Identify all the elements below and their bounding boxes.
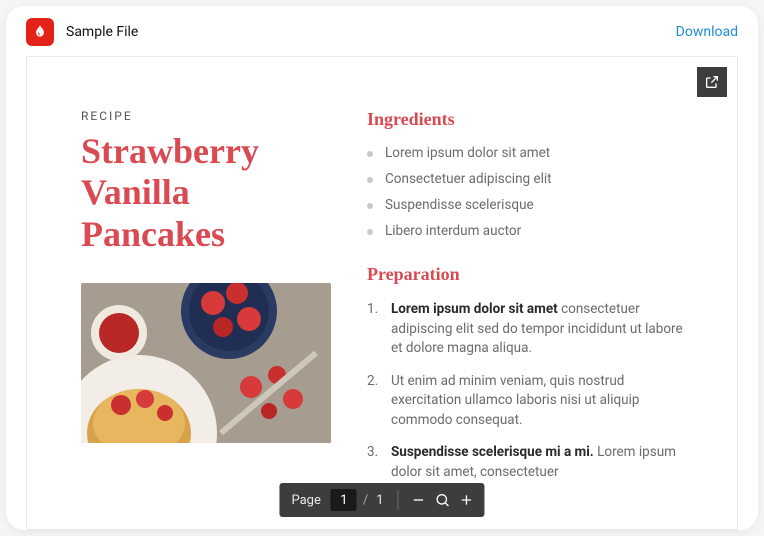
file-title: Sample File (66, 24, 138, 40)
list-item: Libero interdum auctor (367, 218, 683, 244)
zoom-in-button[interactable] (455, 488, 479, 512)
pdf-icon (26, 18, 54, 46)
zoom-reset-button[interactable] (431, 488, 455, 512)
top-bar: Sample File Download (6, 6, 758, 56)
recipe-title: Strawberry Vanilla Pancakes (81, 131, 331, 255)
document-viewport: RECIPE Strawberry Vanilla Pancakes (26, 56, 738, 530)
recipe-kicker: RECIPE (81, 109, 331, 123)
zoom-out-button[interactable] (407, 488, 431, 512)
ingredients-heading: Ingredients (367, 109, 683, 130)
page-separator: / (361, 493, 370, 508)
doc-right-column: Ingredients Lorem ipsum dolor sit amet C… (367, 109, 683, 529)
list-item: Lorem ipsum dolor sit amet consectetuer … (367, 295, 683, 367)
doc-left-column: RECIPE Strawberry Vanilla Pancakes (81, 109, 331, 529)
recipe-photo (81, 283, 331, 443)
magnifier-icon (435, 492, 451, 508)
plus-icon (459, 492, 475, 508)
open-external-icon (704, 74, 720, 90)
list-item: Consectetuer adipiscing elit (367, 166, 683, 192)
minus-icon (411, 492, 427, 508)
list-item: Ut enim ad minim veniam, quis nostrud ex… (367, 367, 683, 439)
preparation-heading: Preparation (367, 264, 683, 285)
pdf-toolbar: Page 1 / 1 (279, 483, 484, 517)
download-link[interactable]: Download (676, 24, 738, 40)
page-current-input[interactable]: 1 (331, 489, 357, 511)
list-item: Lorem ipsum dolor sit amet (367, 140, 683, 166)
preparation-list: Lorem ipsum dolor sit amet consectetuer … (367, 295, 683, 491)
page-total: 1 (370, 493, 389, 508)
document-page: RECIPE Strawberry Vanilla Pancakes (27, 57, 737, 529)
toolbar-divider (398, 490, 399, 510)
ingredients-list: Lorem ipsum dolor sit amet Consectetuer … (367, 140, 683, 244)
pdf-viewer-card: Sample File Download RECIPE Strawberry V… (6, 6, 758, 530)
list-item: Suspendisse scelerisque (367, 192, 683, 218)
open-external-button[interactable] (697, 67, 727, 97)
page-label: Page (285, 493, 326, 508)
